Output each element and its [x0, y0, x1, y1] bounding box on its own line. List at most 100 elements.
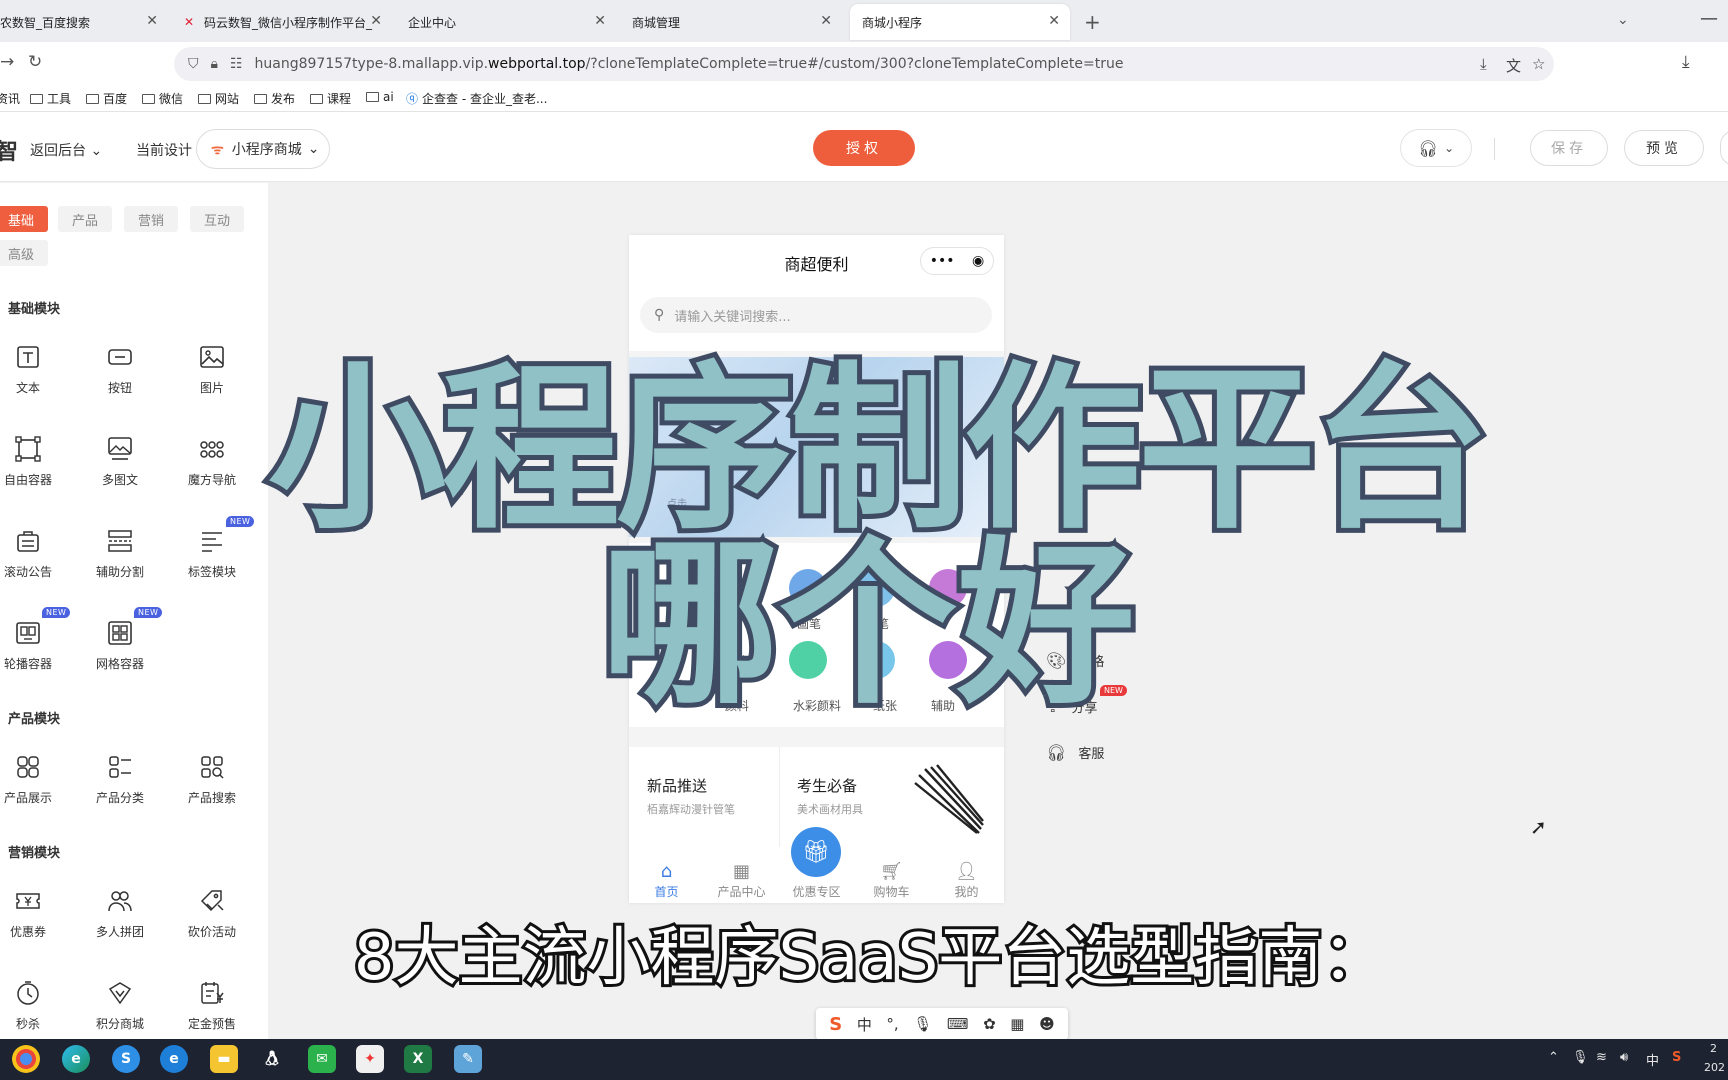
bookmark-gongju[interactable]: 工具: [30, 90, 71, 107]
mascot-icon[interactable]: ☻: [1039, 1015, 1055, 1033]
star-icon[interactable]: ☆: [1532, 55, 1545, 73]
gift-icon[interactable]: 🎁︎: [791, 827, 841, 877]
ime-mode[interactable]: 中: [857, 1014, 872, 1035]
microphone-icon[interactable]: 🎙︎: [913, 1015, 932, 1033]
keyboard-icon[interactable]: ⌨︎: [947, 1015, 969, 1033]
minimize-icon[interactable]: —: [1700, 8, 1718, 29]
miniprogram-capsule[interactable]: ••• ◉: [920, 247, 994, 275]
save-button[interactable]: 保存: [1530, 130, 1608, 166]
component-product-display[interactable]: 产品展示: [0, 753, 68, 813]
component-image[interactable]: 图片: [172, 343, 252, 403]
tab-mine[interactable]: 👤︎ 我的: [929, 847, 1004, 903]
tab-basic[interactable]: 基础: [0, 206, 48, 232]
notepad-icon[interactable]: ✎: [454, 1045, 482, 1073]
bookmark-zixun[interactable]: 资讯: [0, 90, 20, 107]
component-tag-module[interactable]: 标签模块: [172, 527, 252, 587]
browser-tab-5-active[interactable]: 商城小程序 ✕: [850, 4, 1070, 40]
clock-date[interactable]: 202: [1704, 1061, 1725, 1074]
bookmark-qichacha[interactable]: ⓠ 企查查 - 查企业_查老...: [406, 90, 547, 107]
wifi-icon[interactable]: ≋: [1596, 1050, 1607, 1065]
phone-search-input[interactable]: ⚲ 请输入关键词搜索...: [640, 297, 992, 333]
download-icon[interactable]: ⤓: [1682, 52, 1690, 72]
edge-icon[interactable]: e: [62, 1045, 90, 1073]
editor-app-icon[interactable]: ✦: [356, 1045, 384, 1073]
component-points-mall[interactable]: 积分商城: [80, 979, 160, 1039]
input-language[interactable]: 中: [1646, 1050, 1659, 1069]
component-text[interactable]: 文本: [0, 343, 68, 403]
clock-time[interactable]: 2: [1710, 1042, 1717, 1055]
tab-product[interactable]: 产品: [58, 206, 112, 232]
back-to-admin-button[interactable]: 返回后台 ⌄: [30, 140, 102, 160]
component-free-container[interactable]: 自由容器: [0, 435, 68, 495]
component-bargain[interactable]: 砍价活动: [172, 887, 252, 947]
volume-icon[interactable]: 🔊︎: [1620, 1050, 1628, 1065]
browser-tab-2[interactable]: ✕ 码云数智_微信小程序制作平台_ ✕: [172, 4, 392, 40]
close-icon[interactable]: ✕: [820, 13, 832, 29]
bookmark-wangzhan[interactable]: 网站: [198, 90, 239, 107]
bookmark-fabu[interactable]: 发布: [254, 90, 295, 107]
tab-marketing[interactable]: 营销: [124, 206, 178, 232]
component-product-search[interactable]: 产品搜索: [172, 753, 252, 813]
bookmark-baidu[interactable]: 百度: [86, 90, 127, 107]
browser-tab-1[interactable]: 农数智_百度搜索 ✕: [0, 4, 168, 40]
component-scroll-notice[interactable]: 滚动公告: [0, 527, 68, 587]
authorize-button[interactable]: 授权: [813, 130, 915, 166]
component-multi-image-text[interactable]: 多图文: [80, 435, 160, 495]
component-divider[interactable]: 辅助分割: [80, 527, 160, 587]
component-coupon[interactable]: 优惠券: [0, 887, 68, 947]
component-group-buy[interactable]: 多人拼团: [80, 887, 160, 947]
address-bar[interactable]: ⛉ 🔒︎ ☷ huang897157type-8.mallapp.vip. web…: [174, 47, 1554, 81]
component-grid-container[interactable]: 网格容器: [80, 619, 160, 679]
close-icon[interactable]: ✕: [594, 13, 606, 29]
component-button[interactable]: 按钮: [80, 343, 160, 403]
chrome-icon[interactable]: [12, 1045, 40, 1073]
more-icon[interactable]: •••: [930, 253, 955, 269]
chevron-down-icon[interactable]: ⌄: [1617, 12, 1629, 28]
close-target-icon[interactable]: ◉: [972, 253, 984, 269]
chevron-down-icon: ⌄: [307, 141, 320, 157]
publish-button[interactable]: [1720, 130, 1728, 166]
translate-icon[interactable]: 文: [1506, 55, 1521, 76]
browser-icon[interactable]: e: [160, 1045, 188, 1073]
qq-icon[interactable]: 🐧︎: [258, 1045, 286, 1073]
browser-tab-4[interactable]: 商城管理 ✕: [620, 4, 842, 40]
browser-tab-3[interactable]: 企业中心 ✕: [396, 4, 616, 40]
component-flash-sale[interactable]: 秒杀: [0, 979, 68, 1039]
install-icon[interactable]: ⤓: [1480, 55, 1487, 73]
sogou-tray-icon[interactable]: S: [1672, 1050, 1681, 1065]
close-icon[interactable]: ✕: [146, 13, 158, 29]
component-product-category[interactable]: 产品分类: [80, 753, 160, 813]
new-tab-icon[interactable]: +: [1084, 10, 1101, 34]
chevron-up-icon[interactable]: ⌃: [1548, 1050, 1559, 1065]
punctuation-icon[interactable]: °,: [886, 1015, 898, 1033]
tab-cart[interactable]: 🛒︎ 购物车: [854, 847, 929, 903]
current-design-select[interactable]: ᯤ 小程序商城 ⌄: [196, 129, 330, 169]
toolbox-icon[interactable]: ▦: [1010, 1015, 1024, 1033]
bookmark-kecheng[interactable]: 课程: [310, 90, 351, 107]
tab-advanced[interactable]: 高级: [0, 240, 48, 266]
close-icon[interactable]: ✕: [370, 13, 382, 29]
site-settings-icon[interactable]: ☷: [230, 56, 243, 72]
sogou-browser-icon[interactable]: S: [112, 1045, 140, 1073]
tab-interactive[interactable]: 互动: [190, 206, 244, 232]
forward-icon[interactable]: →: [0, 52, 14, 72]
file-explorer-icon[interactable]: ▬: [210, 1045, 238, 1073]
wechat-icon[interactable]: ✉︎: [308, 1045, 336, 1073]
phone-tabbar: ⌂ 首页 ▦ 产品中心 . 优惠专区 🎁︎ 🛒︎ 购物车 👤︎ 我的: [629, 827, 1004, 903]
excel-icon[interactable]: X: [404, 1045, 432, 1073]
support-button[interactable]: 🎧︎ ⌄: [1400, 129, 1472, 167]
reload-icon[interactable]: ↻: [28, 52, 42, 72]
tab-home[interactable]: ⌂ 首页: [629, 847, 704, 903]
component-carousel-container[interactable]: 轮播容器: [0, 619, 68, 679]
skin-icon[interactable]: ✿: [983, 1015, 996, 1033]
close-icon[interactable]: ✕: [1048, 13, 1060, 29]
bookmark-weixin[interactable]: 微信: [142, 90, 183, 107]
tab-product-center[interactable]: ▦ 产品中心: [704, 847, 779, 903]
microphone-icon[interactable]: 🎙︎: [1572, 1050, 1589, 1065]
sogou-logo-icon[interactable]: S: [829, 1014, 842, 1035]
component-cube-nav[interactable]: 魔方导航: [172, 435, 252, 495]
component-presale[interactable]: 定金预售: [172, 979, 252, 1039]
preview-button[interactable]: 预览: [1624, 130, 1704, 166]
customer-service-action[interactable]: 🎧︎ 客服: [1046, 743, 1104, 762]
bookmark-ai[interactable]: ai: [366, 90, 394, 104]
